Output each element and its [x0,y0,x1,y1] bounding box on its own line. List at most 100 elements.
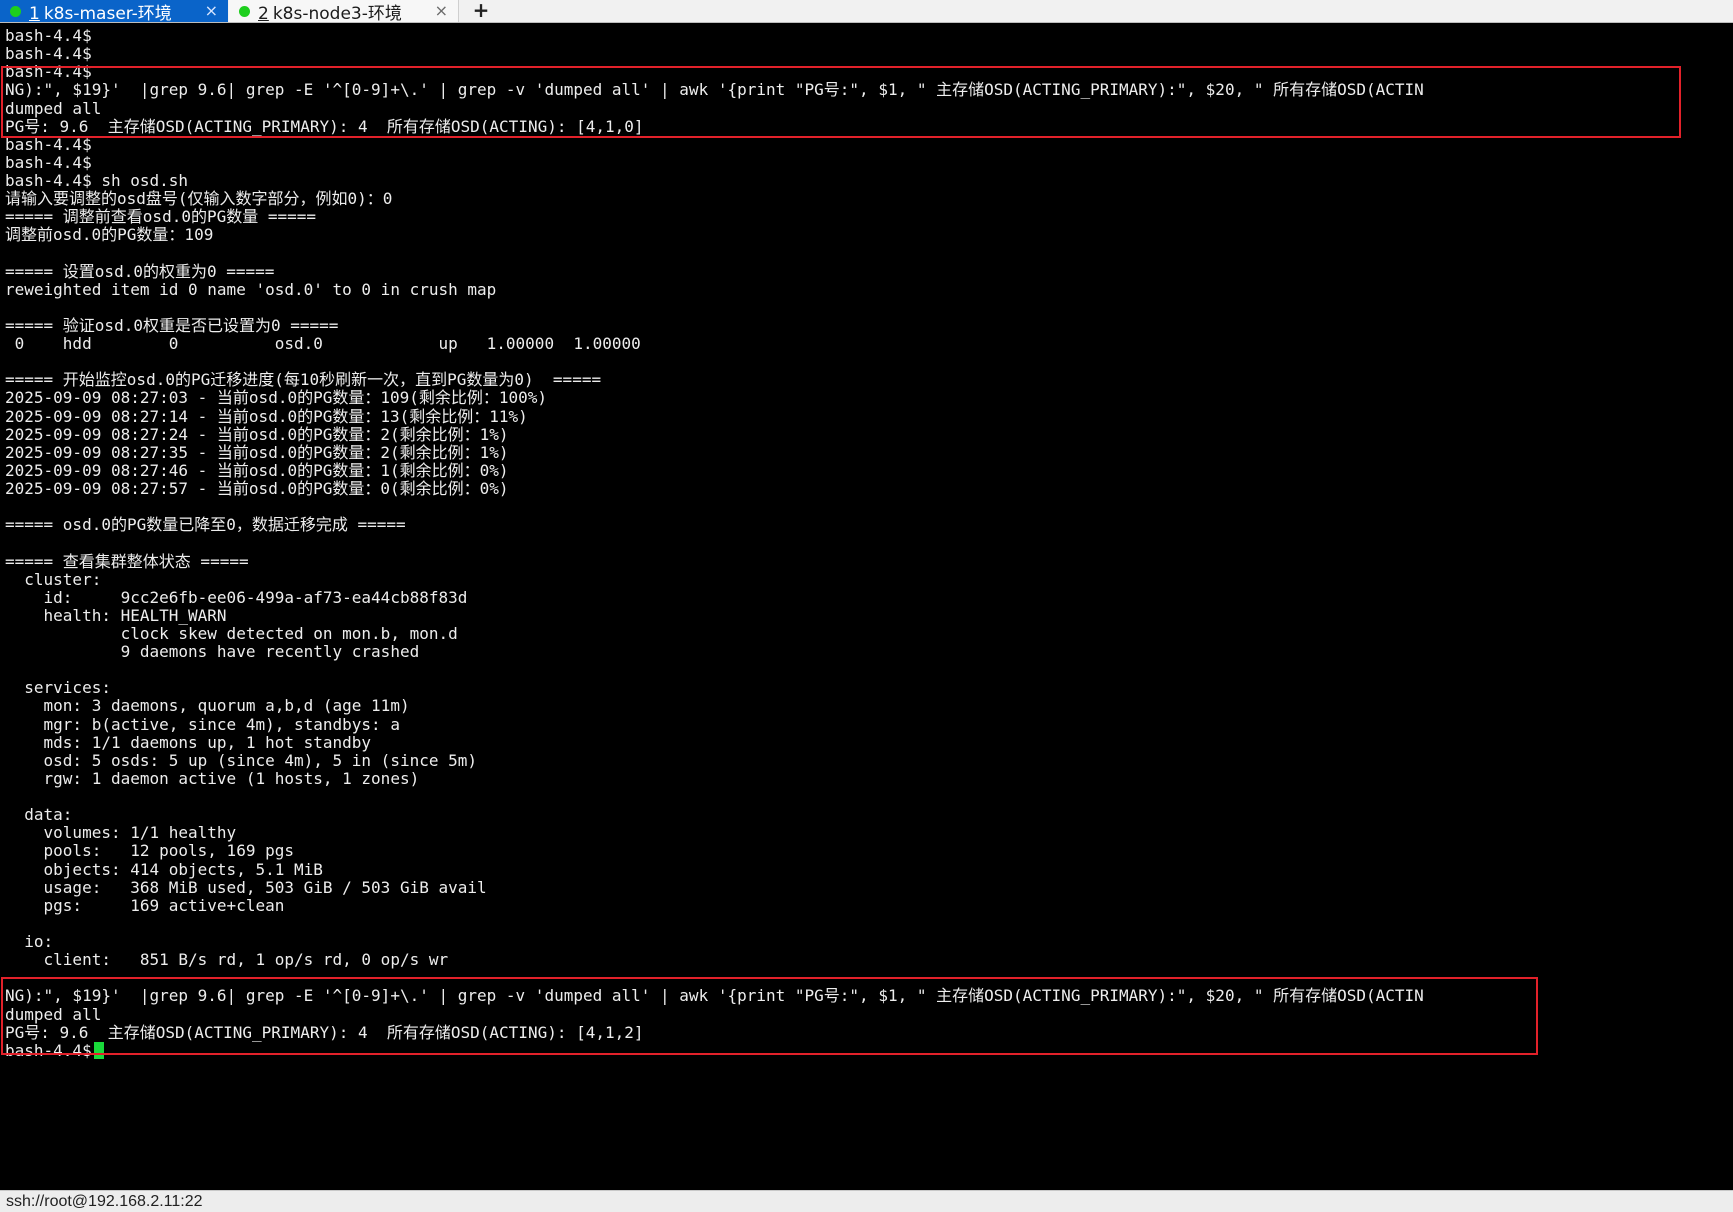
terminal-line-text: rgw: 1 daemon active (1 hosts, 1 zones) [5,768,420,788]
tab-number: 2 [258,3,269,24]
terminal-line-text: cluster: [5,569,102,589]
terminal-line: usage: 368 MiB used, 503 GiB / 503 GiB a… [5,878,487,898]
terminal-line-text: reweighted item id 0 name 'osd.0' to 0 i… [5,279,497,299]
tab-label: 1 k8s-maser-环境 [29,0,197,24]
terminal-line-text: dumped all [5,98,102,118]
terminal-line: volumes: 1/1 healthy [5,823,237,843]
terminal-line-text: id: 9cc2e6fb-ee06-499a-af73-ea44cb88f83d [5,587,468,607]
terminal-line: NG):", $19}' |grep 9.6| grep -E '^[0-9]+… [5,80,1424,100]
terminal-line-text: mds: 1/1 daemons up, 1 hot standby [5,732,372,752]
terminal-line: ===== 设置osd.0的权重为0 ===== [5,262,274,282]
terminal-line: reweighted item id 0 name 'osd.0' to 0 i… [5,280,496,300]
terminal-line-text: pools: 12 pools, 169 pgs [5,841,294,861]
terminal-line-text: services: [5,678,111,698]
tab-number: 1 [29,3,40,24]
terminal-line: mgr: b(active, since 4m), standbys: a [5,715,400,735]
terminal-line-text: bash-4.4$ [5,44,92,64]
terminal-line: bash-4.4$ [5,62,92,82]
terminal-line: bash-4.4$ [5,153,92,173]
terminal-line: bash-4.4$ [5,44,92,64]
terminal-line-text: data: [5,805,73,825]
terminal-line: ===== osd.0的PG数量已降至0，数据迁移完成 ===== [5,515,406,535]
terminal-line: services: [5,678,111,698]
terminal-line: ===== 开始监控osd.0的PG迁移进度(每10秒刷新一次，直到PG数量为0… [5,370,601,390]
terminal-line-text: 2025-09-09 08:27:24 - 当前osd.0的PG数量：2(剩余比… [5,424,509,444]
terminal-line-text: bash-4.4$ sh osd.sh [5,171,189,190]
terminal-line: id: 9cc2e6fb-ee06-499a-af73-ea44cb88f83d [5,587,468,608]
terminal-line: ===== 调整前查看osd.0的PG数量 ===== [5,207,316,227]
terminal-line-text: volumes: 1/1 healthy [5,823,237,843]
terminal-line: 0 hdd 0 osd.0 up 1.00000 1.00000 [5,334,641,354]
terminal-line-text: ===== 验证osd.0权重是否已设置为0 ===== [5,315,339,335]
terminal-line: mds: 1/1 daemons up, 1 hot standby [5,732,372,753]
terminal-line-text: ===== 调整前查看osd.0的PG数量 ===== [5,207,317,227]
terminal-line: data: [5,805,72,825]
terminal-line: bash-4.4$ [5,26,92,46]
terminal-output[interactable]: bash-4.4$ bash-4.4$ bash-4.4$ NG):", $19}' … [0,24,1733,1190]
terminal-line-text: ===== 查看集群整体状态 ===== [5,551,249,571]
close-icon[interactable]: × [435,3,448,19]
terminal-line-text: pgs: 169 active+clean [5,895,285,915]
status-bar: ssh://root@192.168.2.11:22 [0,1190,1733,1212]
terminal-line: cluster: [5,570,101,590]
terminal-line: 9 daemons have recently crashed [5,642,420,662]
tab-k8s-node3[interactable]: 2 k8s-node3-环境 × [229,0,459,24]
terminal-line-text: io: [5,932,54,951]
terminal-line: ===== 查看集群整体状态 ===== [5,552,249,572]
terminal-line: rgw: 1 daemon active (1 hosts, 1 zones) [5,768,420,789]
terminal-line-text: usage: 368 MiB used, 503 GiB / 503 GiB a… [5,877,487,897]
terminal-line-text: 2025-09-09 08:27:57 - 当前osd.0的PG数量：0(剩余比… [5,479,509,498]
terminal-line-text: 2025-09-09 08:27:03 - 当前osd.0的PG数量：109(剩… [5,388,548,408]
terminal-line: bash-4.4$ [5,1041,104,1061]
terminal-line: PG号: 9.6 主存储OSD(ACTING_PRIMARY): 4 所有存储O… [5,1023,644,1043]
tab-title: k8s-node3-环境 [272,3,402,24]
connection-address: ssh://root@192.168.2.11:22 [6,1193,203,1210]
terminal-line-text: mon: 3 daemons, quorum a,b,d (age 11m) [5,696,410,716]
terminal-line: ===== 验证osd.0权重是否已设置为0 ===== [5,316,338,336]
terminal-line: bash-4.4$ [5,135,92,155]
terminal-line: client: 851 B/s rd, 1 op/s rd, 0 op/s wr [5,950,449,970]
terminal-line-text: health: HEALTH_WARN [5,605,227,625]
terminal-line-text: bash-4.4$ [5,134,92,154]
close-icon[interactable]: × [205,3,218,19]
terminal-line-text: clock skew detected on mon.b, mon.d [5,624,458,643]
terminal-line: mon: 3 daemons, quorum a,b,d (age 11m) [5,696,410,716]
terminal-line-text: bash-4.4$ [5,1040,92,1060]
terminal-line: 请输入要调整的osd盘号(仅输入数字部分，例如0)：0 [5,189,392,209]
tab-bar: 1 k8s-maser-环境 × 2 k8s-node3-环境 × + [0,0,1733,24]
tab-label: 2 k8s-node3-环境 [258,0,427,24]
terminal-line: io: [5,932,53,952]
terminal-line-text: osd: 5 osds: 5 up (since 4m), 5 in (sinc… [5,750,478,770]
terminal-line-text: mgr: b(active, since 4m), standbys: a [5,714,400,734]
terminal-line: health: HEALTH_WARN [5,606,227,626]
terminal-line: 2025-09-09 08:27:14 - 当前osd.0的PG数量：13(剩余… [5,407,528,427]
terminal-line-text: objects: 414 objects, 5.1 MiB [5,859,323,879]
terminal-line-text: bash-4.4$ [5,26,92,45]
terminal-line-text: bash-4.4$ [5,62,92,82]
terminal-line-text: 2025-09-09 08:27:46 - 当前osd.0的PG数量：1(剩余比… [5,460,509,480]
terminal-line: 2025-09-09 08:27:24 - 当前osd.0的PG数量：2(剩余比… [5,425,509,445]
terminal-line-text: dumped all [5,1004,102,1024]
terminal-line: dumped all [5,99,101,119]
terminal-line-text: ===== 开始监控osd.0的PG迁移进度(每10秒刷新一次，直到PG数量为0… [5,370,602,390]
terminal-line-text: 调整前osd.0的PG数量：109 [5,225,214,245]
terminal-line-text: 9 daemons have recently crashed [5,642,420,662]
tab-k8s-maser[interactable]: 1 k8s-maser-环境 × [0,0,228,24]
connected-status-icon [10,5,21,17]
terminal-line-text: bash-4.4$ [5,152,92,172]
terminal-line-text: ===== osd.0的PG数量已降至0，数据迁移完成 ===== [5,515,406,535]
terminal-line: 2025-09-09 08:27:03 - 当前osd.0的PG数量：109(剩… [5,388,547,408]
terminal-line-text: 请输入要调整的osd盘号(仅输入数字部分，例如0)：0 [5,189,393,209]
terminal-line: osd: 5 osds: 5 up (since 4m), 5 in (sinc… [5,751,477,771]
terminal-line: pools: 12 pools, 169 pgs [5,841,294,861]
terminal-line: 2025-09-09 08:27:46 - 当前osd.0的PG数量：1(剩余比… [5,461,509,481]
terminal-line: 2025-09-09 08:27:57 - 当前osd.0的PG数量：0(剩余比… [5,479,509,499]
connected-status-icon [239,5,250,17]
terminal-line: pgs: 169 active+clean [5,895,285,916]
terminal-line: NG):", $19}' |grep 9.6| grep -E '^[0-9]+… [5,986,1424,1006]
terminal-line: dumped all [5,1005,101,1025]
terminal-cursor [93,1041,104,1059]
tab-title: k8s-maser-环境 [43,3,172,24]
new-tab-button[interactable]: + [470,0,492,22]
terminal-line: clock skew detected on mon.b, mon.d [5,624,458,644]
